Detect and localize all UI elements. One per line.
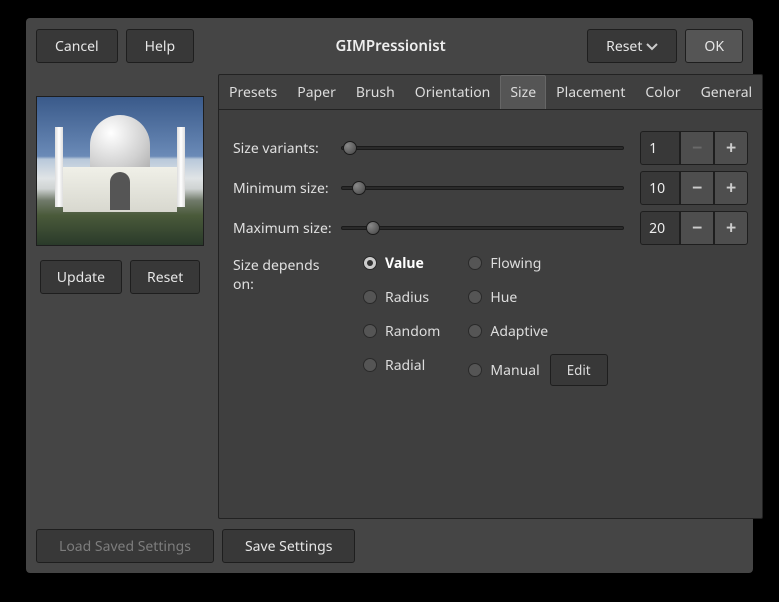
minimum-size-decrement[interactable]: − [680,171,714,205]
tab-size[interactable]: Size [500,75,546,109]
maximum-size-slider[interactable] [341,226,624,230]
reset-label: Reset [606,37,642,56]
radio-dot-icon [468,290,482,304]
minimum-size-input[interactable] [640,171,680,205]
radio-dot-icon [363,290,377,304]
radio-label: Hue [490,288,517,307]
dialog: Cancel Help GIMPressionist Reset OK Upda… [26,18,753,573]
radio-dot-icon [363,324,377,338]
minimum-size-label: Minimum size: [233,179,333,198]
cancel-button[interactable]: Cancel [36,29,118,63]
dialog-title: GIMPressionist [194,36,587,56]
radio-label: Radial [385,356,425,375]
radio-value[interactable]: Value [363,252,440,274]
plus-icon: + [726,136,736,160]
load-settings-button[interactable]: Load Saved Settings [36,529,214,563]
minus-icon: − [692,216,702,240]
size-variants-input[interactable] [640,131,680,165]
maximum-size-decrement[interactable]: − [680,211,714,245]
minimum-size-increment[interactable]: + [714,171,748,205]
size-variants-decrement[interactable]: − [680,131,714,165]
preview-panel: Update Reset [36,74,204,519]
radio-dot-icon [468,324,482,338]
maximum-size-label: Maximum size: [233,219,333,238]
tab-bar: PresetsPaperBrushOrientationSizePlacemen… [219,75,762,110]
tab-orientation[interactable]: Orientation [405,75,501,109]
tab-content-size: Size variants: − + Minimum size: − + [219,110,762,518]
size-depends-label: Size depends on: [233,252,343,294]
edit-button[interactable]: Edit [550,354,608,386]
radio-radius[interactable]: Radius [363,286,440,308]
minus-icon: − [692,136,702,160]
radio-manual[interactable]: Manual [468,359,539,381]
radio-dot-icon [363,358,377,372]
tab-presets[interactable]: Presets [219,75,287,109]
preview-reset-button[interactable]: Reset [130,260,200,294]
radio-label: Radius [385,288,429,307]
titlebar: Cancel Help GIMPressionist Reset OK [36,28,743,64]
update-button[interactable]: Update [40,260,122,294]
maximum-size-increment[interactable]: + [714,211,748,245]
radio-label: Random [385,322,440,341]
radio-label: Value [385,254,424,273]
radio-random[interactable]: Random [363,320,440,342]
size-variants-increment[interactable]: + [714,131,748,165]
plus-icon: + [726,176,736,200]
minimum-size-slider[interactable] [341,186,624,190]
radio-hue[interactable]: Hue [468,286,607,308]
size-variants-slider[interactable] [341,146,624,150]
radio-flowing[interactable]: Flowing [468,252,607,274]
reset-menu-button[interactable]: Reset [587,29,677,63]
tab-brush[interactable]: Brush [346,75,405,109]
ok-button[interactable]: OK [685,29,743,63]
help-button[interactable]: Help [126,29,195,63]
radio-label: Adaptive [490,322,548,341]
radio-label: Flowing [490,254,541,273]
radio-label: Manual [490,361,539,380]
save-settings-button[interactable]: Save Settings [222,529,355,563]
minus-icon: − [692,176,702,200]
preview-image [36,96,204,246]
radio-dot-icon [468,256,482,270]
size-variants-label: Size variants: [233,139,333,158]
tab-placement[interactable]: Placement [546,75,635,109]
chevron-down-icon [646,37,658,56]
maximum-size-input[interactable] [640,211,680,245]
settings-panel: PresetsPaperBrushOrientationSizePlacemen… [218,74,763,519]
radio-radial[interactable]: Radial [363,354,440,376]
plus-icon: + [726,216,736,240]
tab-general[interactable]: General [691,75,763,109]
radio-dot-icon [363,256,377,270]
tab-paper[interactable]: Paper [287,75,346,109]
radio-adaptive[interactable]: Adaptive [468,320,607,342]
radio-dot-icon [468,363,482,377]
tab-color[interactable]: Color [635,75,690,109]
